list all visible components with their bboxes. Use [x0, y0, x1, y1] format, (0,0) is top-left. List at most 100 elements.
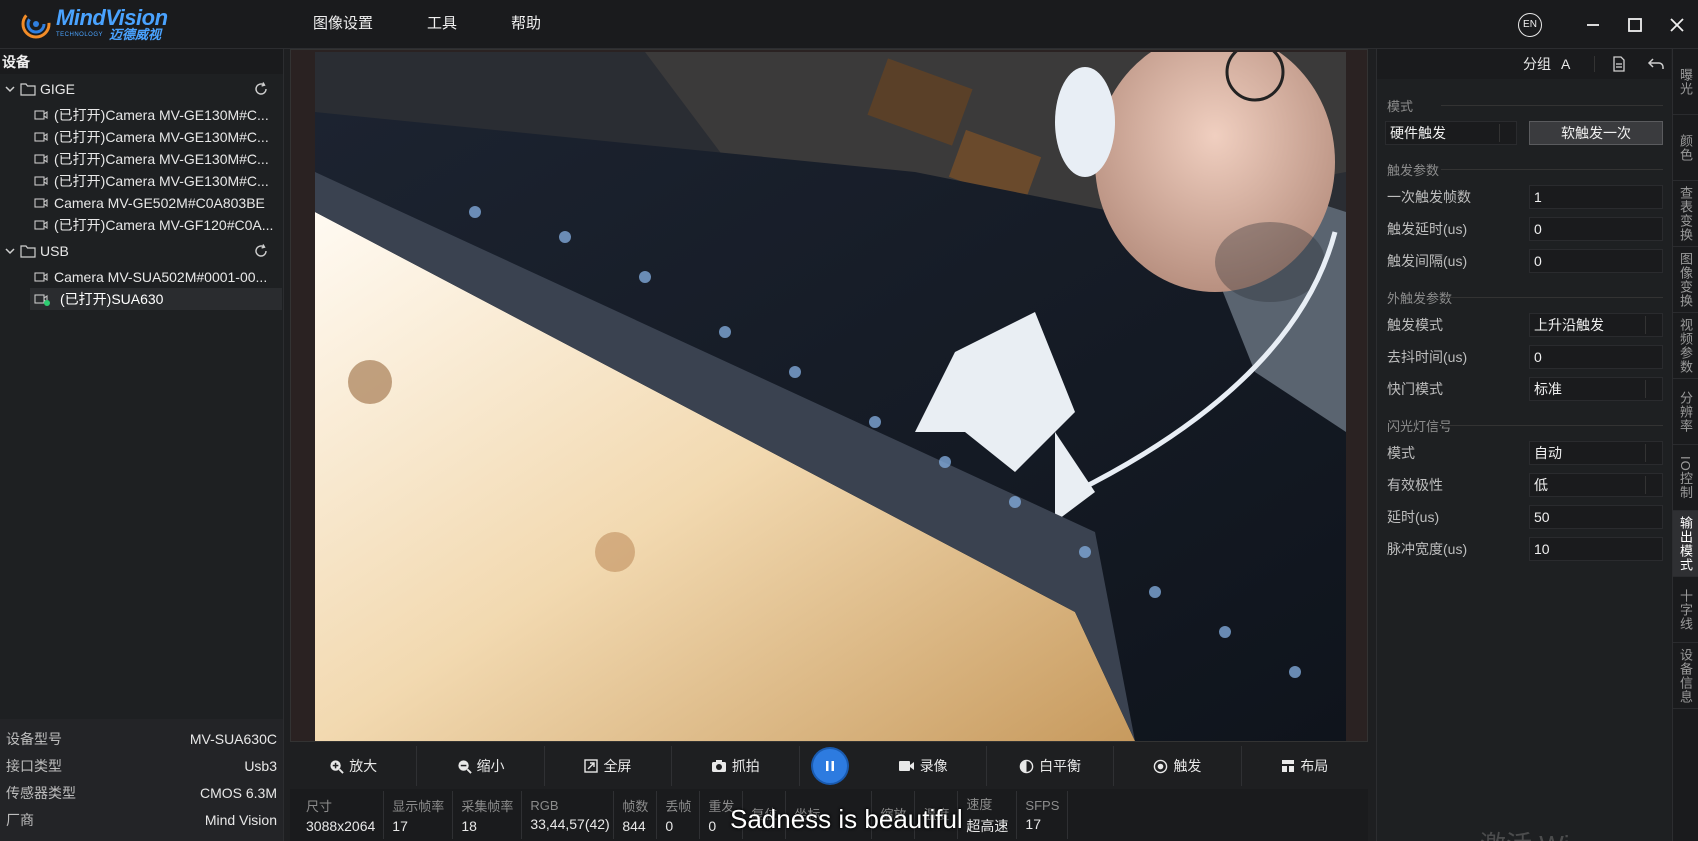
- menu-help[interactable]: 帮助: [511, 12, 541, 33]
- flash-mode-select[interactable]: 自动: [1529, 441, 1663, 465]
- tab-exposure[interactable]: 曝光: [1673, 49, 1698, 115]
- polarity-select[interactable]: 低: [1529, 473, 1663, 497]
- zoom-out-button[interactable]: 缩小: [417, 746, 545, 786]
- layout-icon: [1282, 760, 1295, 772]
- device-item-selected[interactable]: (已打开)SUA630: [30, 288, 282, 310]
- tab-label: 设备信息: [1678, 647, 1693, 704]
- activation-watermark: 激活 Wi...: [1480, 825, 1591, 841]
- trigger-frame-count-input[interactable]: 1: [1529, 185, 1663, 209]
- tab-device-info[interactable]: 设备信息: [1673, 643, 1698, 709]
- chevron-down-icon: [5, 86, 15, 93]
- trigger-mode-select[interactable]: 上升沿触发: [1529, 313, 1663, 337]
- layout-button[interactable]: 布局: [1242, 746, 1368, 786]
- maximize-button[interactable]: [1614, 5, 1656, 45]
- undo-icon[interactable]: [1647, 56, 1665, 72]
- info-key: 接口类型: [6, 757, 62, 774]
- fullscreen-label: 全屏: [603, 758, 632, 774]
- status-header: SFPS: [1025, 798, 1060, 813]
- device-group-usb[interactable]: USB: [0, 236, 283, 266]
- device-item-label: (已打开)Camera MV-GE130M#C...: [54, 129, 269, 145]
- camera-icon: [34, 176, 48, 186]
- settings-panel: 分组 A 模式 硬件触发 软触发一次 触发参数 一次触发帧数 1 触发延时(us)…: [1376, 49, 1671, 841]
- device-item[interactable]: (已打开)Camera MV-GE130M#C...: [0, 148, 283, 170]
- device-item[interactable]: (已打开)Camera MV-GF120#C0A...: [0, 214, 283, 236]
- status-value: 17: [392, 818, 408, 834]
- status-header: 丢帧: [665, 799, 692, 814]
- device-item[interactable]: (已打开)Camera MV-GE130M#C...: [0, 170, 283, 192]
- section-external-trigger: 外触发参数: [1377, 285, 1671, 309]
- tab-crosshair[interactable]: 十字线: [1673, 577, 1698, 643]
- param-row: 脉冲宽度(us) 10: [1377, 533, 1671, 565]
- pause-button[interactable]: [800, 746, 860, 786]
- menu-image-settings[interactable]: 图像设置: [313, 12, 373, 33]
- status-rgb: RGB 33,44,57(42): [522, 791, 615, 839]
- device-group-gige[interactable]: GIGE: [0, 74, 283, 104]
- trigger-label: 触发: [1173, 758, 1202, 774]
- subtitle-overlay: Sadness is beautiful: [730, 804, 963, 834]
- section-trigger-params: 触发参数: [1377, 157, 1671, 181]
- snapshot-button[interactable]: 抓拍: [672, 746, 800, 786]
- refresh-icon[interactable]: [253, 81, 269, 97]
- debounce-input[interactable]: 0: [1529, 345, 1663, 369]
- tab-video-params[interactable]: 视频参数: [1673, 313, 1698, 379]
- tab-io-control[interactable]: IO控制: [1673, 445, 1698, 511]
- shutter-mode-select[interactable]: 标准: [1529, 377, 1663, 401]
- param-label: 一次触发帧数: [1387, 189, 1471, 205]
- status-header: 速度: [966, 797, 993, 812]
- soft-trigger-button[interactable]: 软触发一次: [1529, 121, 1663, 145]
- save-icon[interactable]: [1611, 56, 1627, 72]
- folder-icon: [20, 245, 36, 258]
- tab-lut[interactable]: 查表变换: [1673, 181, 1698, 247]
- param-label: 触发延时(us): [1387, 221, 1468, 237]
- fullscreen-icon: [584, 759, 599, 773]
- trigger-button[interactable]: 触发: [1114, 746, 1242, 786]
- tab-color[interactable]: 颜色: [1673, 115, 1698, 181]
- device-item[interactable]: (已打开)Camera MV-GE130M#C...: [0, 126, 283, 148]
- trigger-interval-input[interactable]: 0: [1529, 249, 1663, 273]
- device-item[interactable]: Camera MV-SUA502M#0001-00...: [0, 266, 283, 288]
- trigger-icon: [1154, 759, 1168, 773]
- image-viewport[interactable]: [290, 49, 1368, 742]
- minimize-button[interactable]: [1572, 5, 1614, 45]
- group-select[interactable]: A: [1557, 56, 1595, 72]
- settings-header: 分组 A: [1377, 49, 1671, 79]
- close-icon: [1670, 17, 1684, 32]
- white-balance-button[interactable]: 白平衡: [987, 746, 1115, 786]
- pause-icon: [812, 749, 847, 783]
- camera-preview-image: [315, 52, 1346, 741]
- preview-toolbar: 放大 缩小 全屏 抓拍 录像 白平衡 触发 布局: [290, 746, 1368, 786]
- zoom-in-button[interactable]: 放大: [290, 746, 418, 786]
- tab-resolution[interactable]: 分辨率: [1673, 379, 1698, 445]
- close-button[interactable]: [1656, 5, 1698, 45]
- folder-icon: [20, 83, 36, 96]
- language-button[interactable]: EN: [1518, 12, 1542, 37]
- zoom-in-icon: [330, 759, 344, 774]
- pulse-width-input[interactable]: 10: [1529, 537, 1663, 561]
- device-item[interactable]: (已打开)Camera MV-GE130M#C...: [0, 104, 283, 126]
- info-value: CMOS 6.3M: [199, 784, 277, 801]
- brand-cn: 迈德威视: [109, 27, 162, 42]
- flash-delay-input[interactable]: 50: [1529, 505, 1663, 529]
- device-item-label: (已打开)Camera MV-GE130M#C...: [54, 151, 269, 167]
- camera-open-indicator: [44, 300, 50, 306]
- preview-area: 放大 缩小 全屏 抓拍 录像 白平衡 触发 布局 尺寸 3088x2064 显示…: [290, 49, 1368, 841]
- device-item-label: (已打开)Camera MV-GF120#C0A...: [54, 217, 274, 233]
- info-key: 设备型号: [6, 730, 62, 747]
- status-value: 0: [665, 818, 674, 834]
- tab-output-mode[interactable]: 输出模式: [1673, 511, 1698, 577]
- status-size: 尺寸 3088x2064: [298, 791, 385, 839]
- brand-name: MindVision: [56, 5, 168, 30]
- white-balance-label: 白平衡: [1039, 758, 1082, 774]
- device-panel-title: 设备: [0, 49, 283, 74]
- refresh-icon[interactable]: [253, 243, 269, 259]
- group-label: 分组: [1523, 56, 1551, 72]
- trigger-delay-input[interactable]: 0: [1529, 217, 1663, 241]
- tab-image-transform[interactable]: 图像变换: [1673, 247, 1698, 313]
- param-row: 延时(us) 50: [1377, 501, 1671, 533]
- record-button[interactable]: 录像: [860, 746, 987, 786]
- fullscreen-button[interactable]: 全屏: [545, 746, 673, 786]
- device-item[interactable]: Camera MV-GE502M#C0A803BE: [0, 192, 283, 214]
- menu-tools[interactable]: 工具: [427, 12, 457, 33]
- camera-icon: [34, 220, 48, 230]
- mode-select[interactable]: 硬件触发: [1385, 121, 1517, 145]
